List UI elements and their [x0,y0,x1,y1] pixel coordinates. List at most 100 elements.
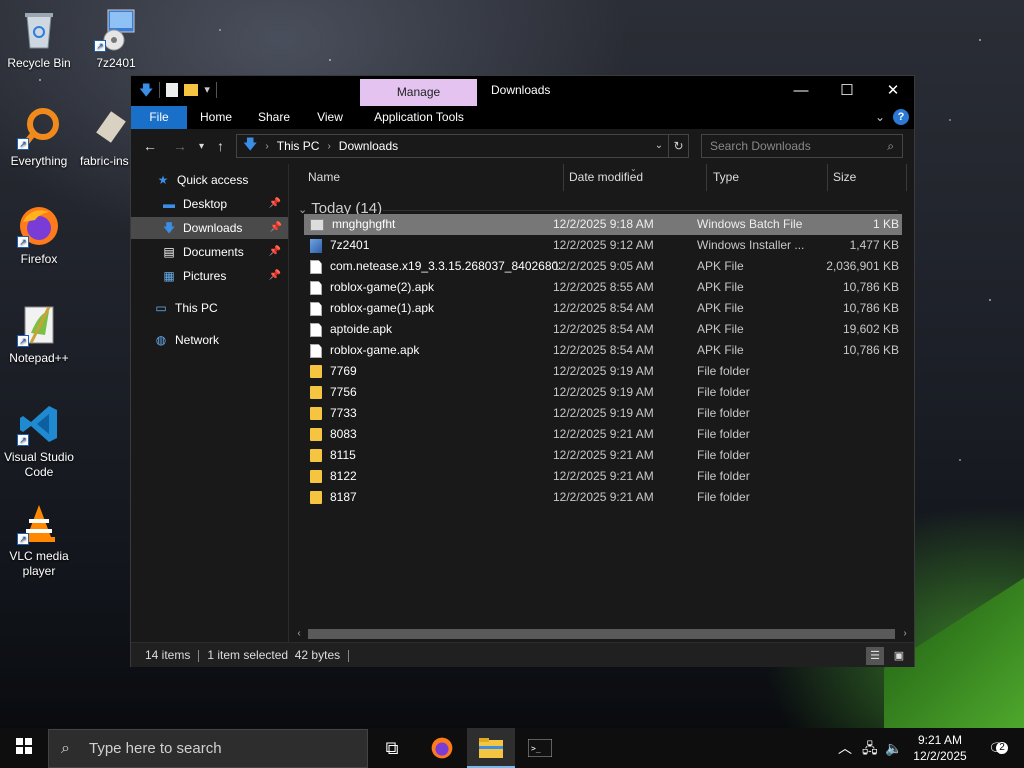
table-row[interactable]: com.netease.x19_3.3.15.268037_84026803..… [304,256,902,277]
nav-desktop[interactable]: ▬ Desktop 📌 [161,193,287,215]
tab-share[interactable]: Share [249,106,299,129]
table-row[interactable]: 7769 12/2/2025 9:19 AM File folder [304,361,902,382]
status-bar: 14 items 1 item selected 42 bytes ☰ ▣ [131,642,914,667]
properties-icon[interactable] [166,83,179,97]
nav-documents[interactable]: ▤ Documents 📌 [161,241,287,263]
file-name-text: 8122 [330,469,357,483]
address-dropdown-icon[interactable]: ⌄ [652,135,666,157]
column-header-type[interactable]: Type [707,164,828,191]
up-button[interactable]: ↑ [217,138,224,154]
file-list: Name Date modified Type Size ⌄ ⌄ Today (1… [290,164,914,626]
column-header-size[interactable]: Size [827,164,907,191]
nav-quick-access[interactable]: ★ Quick access [155,169,249,191]
file-date: 12/2/2025 9:21 AM [553,427,654,441]
table-row[interactable]: aptoide.apk 12/2/2025 8:54 AM APK File 19,6… [304,319,902,340]
folder-icon [310,470,322,484]
close-button[interactable]: ✕ [870,76,916,106]
table-row[interactable]: 7z2401 12/2/2025 9:12 AM Windows Installer… [304,235,902,256]
new-folder-icon[interactable] [184,84,199,96]
desktop-icon-recycle-bin[interactable]: Recycle Bin [1,8,77,71]
down-arrow-icon[interactable]: 🡇 [139,82,153,98]
table-row[interactable]: 8083 12/2/2025 9:21 AM File folder [304,424,902,445]
file-name-text: roblox-game.apk [330,343,420,357]
table-row[interactable]: 8122 12/2/2025 9:21 AM File folder [304,466,902,487]
scroll-left-icon[interactable]: ‹ [292,626,306,642]
desktop-icon-label: Recycle Bin [7,56,71,70]
desktop-icon-fabric-ins[interactable]: fabric-ins [68,106,130,169]
pin-icon[interactable]: 📌 [269,241,281,263]
volume-muted-icon[interactable]: 🔈 [885,728,902,768]
file-size: 1,477 KB [849,238,899,252]
forward-button[interactable]: → [173,138,187,154]
tab-file[interactable]: File [131,106,187,129]
desktop-icon-firefox[interactable]: ↗ Firefox [1,204,77,267]
network-status-icon[interactable]: 🖧 [862,728,878,768]
breadcrumb-this-pc[interactable]: This PC [277,139,320,153]
taskbar-firefox[interactable] [418,728,466,768]
table-row[interactable]: mnghghgfht 12/2/2025 9:18 AM Windows Batch… [304,214,902,235]
taskbar: ⌕ Type here to search ⧉ >_ ︿ 🖧 🔈 9:21 AM 1… [0,728,1024,768]
nav-downloads[interactable]: 🡇 Downloads 📌 [131,217,288,239]
desktop-icon-everything[interactable]: ↗ Everything [1,106,77,169]
start-button[interactable] [0,728,48,768]
table-row[interactable]: roblox-game(1).apk 12/2/2025 8:54 AM APK F… [304,298,902,319]
help-icon[interactable]: ? [893,109,909,125]
table-row[interactable]: roblox-game(2).apk 12/2/2025 8:55 AM APK F… [304,277,902,298]
sort-indicator-icon: ⌄ [630,164,637,173]
clock[interactable]: 9:21 AM 12/2/2025 [905,732,975,764]
pin-icon[interactable]: 📌 [269,265,281,287]
tab-home[interactable]: Home [193,106,239,129]
show-hidden-icons-button[interactable]: ︿ [838,728,852,768]
file-name: 7733 [310,403,560,424]
taskbar-search-input[interactable]: ⌕ Type here to search [48,729,368,768]
back-button[interactable]: ← [143,138,157,154]
table-row[interactable]: 7756 12/2/2025 9:19 AM File folder [304,382,902,403]
folder-icon [310,386,322,400]
file-date: 12/2/2025 8:54 AM [553,343,654,357]
desktop-icon-vscode[interactable]: ↗ Visual Studio Code [1,402,77,480]
tab-view[interactable]: View [307,106,353,129]
desktop-icon-notepadpp[interactable]: ↗ Notepad++ [1,303,77,366]
file-name: 8083 [310,424,560,445]
tab-manage[interactable]: Manage [360,79,477,106]
task-view-button[interactable]: ⧉ [368,728,416,768]
search-icon: ⌕ [887,139,894,153]
large-icons-view-icon[interactable]: ▣ [890,647,908,665]
taskbar-command-prompt[interactable]: >_ [516,728,564,768]
file-size: 10,786 KB [842,280,899,294]
horizontal-scrollbar[interactable]: ‹ › [290,626,914,642]
scroll-right-icon[interactable]: › [898,626,912,642]
nav-network[interactable]: ◍ Network [153,329,219,351]
taskbar-file-explorer[interactable] [467,728,515,768]
nav-this-pc[interactable]: ▭ This PC [153,297,217,319]
minimize-button[interactable]: — [778,76,824,106]
desktop-icon-label: 7z2401 [96,56,136,70]
tab-application-tools[interactable]: Application Tools [363,106,475,129]
pin-icon[interactable]: 📌 [269,193,281,215]
expand-ribbon-icon[interactable]: ⌄ [875,110,885,124]
scrollbar-thumb[interactable] [308,629,895,639]
nav-label: Desktop [183,197,228,211]
file-date: 12/2/2025 9:21 AM [553,448,654,462]
table-row[interactable]: 7733 12/2/2025 9:19 AM File folder [304,403,902,424]
table-row[interactable]: roblox-game.apk 12/2/2025 8:54 AM APK File… [304,340,902,361]
desktop-icon-vlc[interactable]: ↗ VLC media player [1,501,77,579]
maximize-button[interactable]: ☐ [824,76,870,106]
column-header-name[interactable]: Name [302,164,564,191]
search-input[interactable]: Search Downloads ⌕ [701,134,903,158]
pin-icon[interactable]: 📌 [270,217,282,239]
vscode-icon: ↗ [17,402,61,446]
desktop-icon-7z2401[interactable]: ↗ 7z2401 [78,8,154,71]
address-bar[interactable]: 🡇 › This PC › Downloads ⌄ ↻ [236,134,689,158]
customize-toolbar-icon[interactable]: ▾ [204,82,210,98]
breadcrumb-downloads[interactable]: Downloads [339,139,398,153]
table-row[interactable]: 8187 12/2/2025 9:21 AM File folder [304,487,902,508]
windows-logo-icon [16,738,32,754]
details-view-icon[interactable]: ☰ [866,647,884,665]
recent-locations-button[interactable]: ▾ [199,141,204,152]
nav-pictures[interactable]: ▦ Pictures 📌 [161,265,287,287]
refresh-icon[interactable]: ↻ [668,135,688,157]
action-center-button[interactable]: 🗨2 [982,728,1012,768]
table-row[interactable]: 8115 12/2/2025 9:21 AM File folder [304,445,902,466]
window-title: Downloads [491,83,551,97]
